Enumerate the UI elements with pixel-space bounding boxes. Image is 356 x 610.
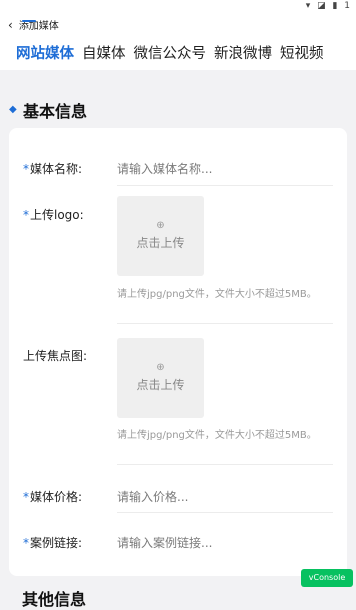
vconsole-button[interactable]: vConsole bbox=[301, 569, 353, 587]
divider bbox=[117, 185, 333, 186]
top-bar: ▾ ◪ ▮ 1 ‹ 添加媒体 网站媒体 自媒体 微信公众号 新浪微博 短视频 bbox=[0, 0, 356, 70]
tab-self-media[interactable]: 自媒体 bbox=[82, 42, 126, 63]
logo-upload-label: *上传logo: bbox=[23, 208, 84, 222]
tab-short-video[interactable]: 短视频 bbox=[280, 42, 324, 63]
logo-upload-button[interactable]: ⊕ 点击上传 bbox=[117, 196, 204, 276]
upload-text: 点击上传 bbox=[136, 236, 185, 250]
tab-website-media[interactable]: 网站媒体 bbox=[16, 42, 74, 63]
divider bbox=[117, 323, 333, 324]
tab-sina-weibo[interactable]: 新浪微博 bbox=[214, 42, 272, 63]
media-name-input[interactable]: 请输入媒体名称... bbox=[117, 160, 212, 177]
logo-upload-hint: 请上传jpg/png文件，文件大小不超过5MB。 bbox=[117, 289, 317, 300]
tab-wechat-official[interactable]: 微信公众号 bbox=[134, 42, 207, 63]
required-mark: * bbox=[23, 162, 29, 176]
case-link-input[interactable]: 请输入案例链接... bbox=[117, 534, 212, 551]
focus-image-upload-hint: 请上传jpg/png文件，文件大小不超过5MB。 bbox=[117, 430, 317, 441]
chevron-left-icon: ‹ bbox=[8, 17, 13, 32]
media-name-label: *媒体名称: bbox=[23, 162, 83, 176]
divider bbox=[117, 464, 333, 465]
upload-plus-icon: ⊕ bbox=[156, 362, 165, 373]
media-price-label: *媒体价格: bbox=[23, 490, 83, 504]
required-mark: * bbox=[23, 536, 29, 550]
required-mark: * bbox=[23, 490, 29, 504]
section-marker-icon: ◆ bbox=[9, 104, 17, 115]
status-bar-icons: ▾ ◪ ▮ 1 bbox=[305, 1, 352, 11]
divider bbox=[117, 512, 333, 513]
section-title-other-info: 其他信息 bbox=[22, 590, 87, 609]
basic-info-card: *媒体名称: 请输入媒体名称... *上传logo: ⊕ 点击上传 请上传jpg… bbox=[9, 128, 347, 576]
section-title: 基本信息 bbox=[23, 102, 88, 121]
active-tab-indicator bbox=[22, 20, 36, 22]
media-type-tabs: 网站媒体 自媒体 微信公众号 新浪微博 短视频 bbox=[16, 42, 332, 63]
media-price-input[interactable]: 请输入价格... bbox=[117, 488, 188, 505]
required-mark: * bbox=[23, 208, 29, 222]
focus-image-upload-button[interactable]: ⊕ 点击上传 bbox=[117, 338, 204, 418]
case-link-label: *案例链接: bbox=[23, 536, 83, 550]
focus-image-upload-label: 上传焦点图: bbox=[23, 349, 88, 363]
section-header-basic-info: ◆ 基本信息 bbox=[9, 98, 87, 122]
upload-plus-icon: ⊕ bbox=[156, 220, 165, 231]
upload-text: 点击上传 bbox=[136, 378, 185, 392]
